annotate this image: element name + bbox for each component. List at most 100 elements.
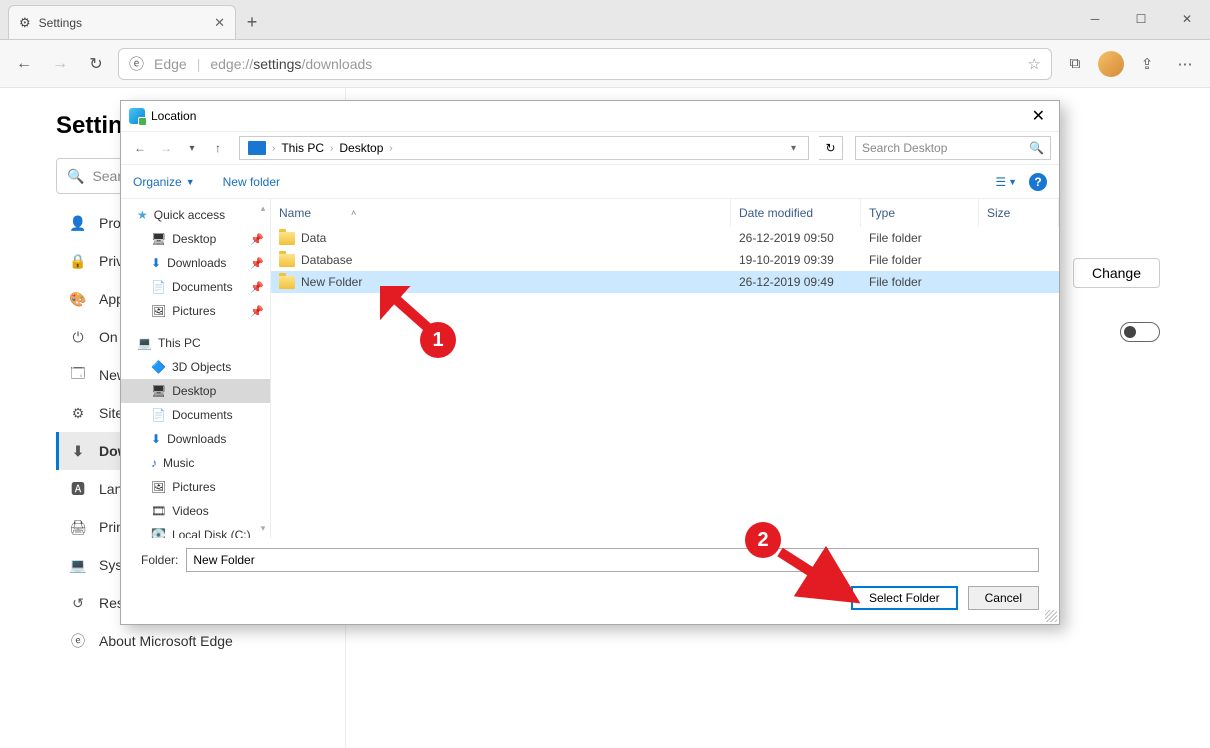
dialog-folder-field: Folder:	[121, 538, 1059, 582]
dialog-back-button[interactable]: ←	[129, 141, 151, 155]
refresh-button[interactable]: ↻	[82, 50, 110, 78]
close-window-button[interactable]: ✕	[1164, 0, 1210, 39]
tree-item[interactable]: Pictures	[121, 475, 270, 499]
close-tab-icon[interactable]: ✕	[214, 15, 225, 31]
folder-input[interactable]	[186, 548, 1039, 572]
file-row[interactable]: Database19-10-2019 09:39File folder	[271, 249, 1059, 271]
file-list: Name˄ Date modified Type Size Data26-12-…	[271, 199, 1059, 538]
desktop-icon	[151, 232, 166, 246]
tree-item[interactable]: This PC	[121, 331, 270, 355]
dialog-forward-button[interactable]: →	[155, 141, 177, 155]
select-folder-button[interactable]: Select Folder	[851, 586, 958, 610]
tree-item[interactable]: Local Disk (C:)	[121, 523, 270, 538]
dialog-search[interactable]: Search Desktop 🔍	[855, 136, 1051, 160]
tree-item-label: This PC	[158, 336, 201, 350]
back-button[interactable]: ←	[10, 50, 38, 78]
maximize-button[interactable]: ☐	[1118, 0, 1164, 39]
ask-where-toggle[interactable]	[1120, 322, 1160, 342]
doc-icon	[151, 280, 166, 294]
sidebar-item-icon: ⚙	[69, 405, 87, 422]
tree-item-label: Documents	[172, 408, 233, 422]
window-controls: ─ ☐ ✕	[1072, 0, 1210, 39]
chevron-right-icon: ›	[387, 143, 394, 154]
edge-icon: ⓔ	[129, 53, 144, 74]
vid-icon	[151, 504, 166, 518]
sidebar-item-about-microsoft-edge[interactable]: ⓔ About Microsoft Edge	[56, 622, 326, 660]
breadcrumb[interactable]: › This PC › Desktop › ▾	[239, 136, 809, 160]
change-button[interactable]: Change	[1073, 258, 1160, 288]
tree-item[interactable]: Desktop	[121, 379, 270, 403]
cancel-button[interactable]: Cancel	[968, 586, 1039, 610]
tree-item[interactable]: Quick access	[121, 203, 270, 227]
tree-scrollbar[interactable]: ▴▾	[258, 203, 268, 534]
resize-grip[interactable]	[1045, 610, 1057, 622]
organize-menu[interactable]: Organize ▼	[133, 175, 195, 189]
address-bar[interactable]: ⓔ Edge | edge://settings/downloads ☆	[118, 48, 1052, 80]
tree-item[interactable]: Music	[121, 451, 270, 475]
dialog-app-icon	[129, 108, 145, 124]
tree-item[interactable]: Documents📌	[121, 275, 270, 299]
col-type[interactable]: Type	[861, 199, 979, 227]
tree-item[interactable]: Videos	[121, 499, 270, 523]
tree-item-label: 3D Objects	[172, 360, 231, 374]
tree-item-label: Documents	[172, 280, 233, 294]
folder-icon	[279, 276, 295, 289]
dialog-toolbar: Organize ▼ New folder ☰ ▼ ?	[121, 165, 1059, 199]
dialog-refresh-button[interactable]: ↻	[819, 136, 843, 160]
profile-avatar[interactable]	[1098, 51, 1124, 77]
tree-item[interactable]: Downloads	[121, 427, 270, 451]
tree-item[interactable]: Documents	[121, 403, 270, 427]
minimize-button[interactable]: ─	[1072, 0, 1118, 39]
sidebar-item-icon: ⓔ	[69, 631, 87, 651]
forward-button[interactable]: →	[46, 50, 74, 78]
sidebar-item-icon: 🎨	[69, 291, 87, 308]
favorite-icon[interactable]: ☆	[1028, 55, 1041, 73]
file-name: New Folder	[301, 275, 362, 289]
chevron-right-icon: ›	[328, 143, 335, 154]
new-folder-button[interactable]: New folder	[223, 175, 280, 189]
browser-toolbar: ← → ↻ ⓔ Edge | edge://settings/downloads…	[0, 40, 1210, 88]
sidebar-item-icon: 🔒	[69, 253, 87, 270]
folder-tree[interactable]: Quick accessDesktop📌Downloads📌Documents📌…	[121, 199, 271, 538]
dialog-up-button[interactable]: ↑	[207, 141, 229, 155]
browser-tab[interactable]: ⚙ Settings ✕	[8, 5, 236, 39]
more-icon[interactable]: ⋯	[1170, 49, 1200, 79]
crumb-desktop[interactable]: Desktop	[335, 141, 387, 155]
sidebar-item-icon: 🗔	[69, 363, 87, 387]
view-options-button[interactable]: ☰ ▼	[995, 175, 1017, 189]
recent-menu-icon[interactable]: ▾	[181, 143, 203, 154]
dialog-titlebar: Location ✕	[121, 101, 1059, 131]
tree-item-label: Desktop	[172, 384, 216, 398]
file-list-header[interactable]: Name˄ Date modified Type Size	[271, 199, 1059, 227]
sidebar-item-icon: ↺	[69, 595, 87, 612]
new-tab-button[interactable]: +	[236, 5, 268, 39]
file-row[interactable]: New Folder26-12-2019 09:49File folder	[271, 271, 1059, 293]
gear-icon: ⚙	[19, 15, 31, 31]
file-row[interactable]: Data26-12-2019 09:50File folder	[271, 227, 1059, 249]
3d-icon	[151, 360, 166, 374]
tree-item[interactable]: Pictures📌	[121, 299, 270, 323]
sidebar-item-icon: 🅰	[69, 479, 87, 499]
sidebar-item-icon: ⏻	[69, 329, 87, 346]
sidebar-item-label: About Microsoft Edge	[99, 633, 233, 649]
tree-item[interactable]: 3D Objects	[121, 355, 270, 379]
col-name: Name˄	[271, 199, 731, 227]
dl-icon	[151, 256, 161, 270]
tab-title: Settings	[39, 16, 82, 30]
col-date[interactable]: Date modified	[731, 199, 861, 227]
tree-item[interactable]: Desktop📌	[121, 227, 270, 251]
tree-item-label: Downloads	[167, 256, 226, 270]
sidebar-item-icon: 🖨	[69, 519, 87, 536]
help-button[interactable]: ?	[1029, 173, 1047, 191]
dialog-close-button[interactable]: ✕	[1026, 106, 1051, 126]
tree-item[interactable]: Downloads📌	[121, 251, 270, 275]
url-brand: Edge	[154, 56, 187, 72]
crumb-drop-icon[interactable]: ▾	[787, 143, 800, 154]
dialog-title: Location	[151, 109, 196, 123]
col-size[interactable]: Size	[979, 199, 1059, 227]
collections-icon[interactable]: ⧉	[1060, 49, 1090, 79]
share-icon[interactable]: ⇪	[1132, 49, 1162, 79]
music-icon	[151, 456, 157, 470]
crumb-thispc[interactable]: This PC	[277, 141, 328, 155]
file-date: 26-12-2019 09:50	[731, 231, 861, 245]
